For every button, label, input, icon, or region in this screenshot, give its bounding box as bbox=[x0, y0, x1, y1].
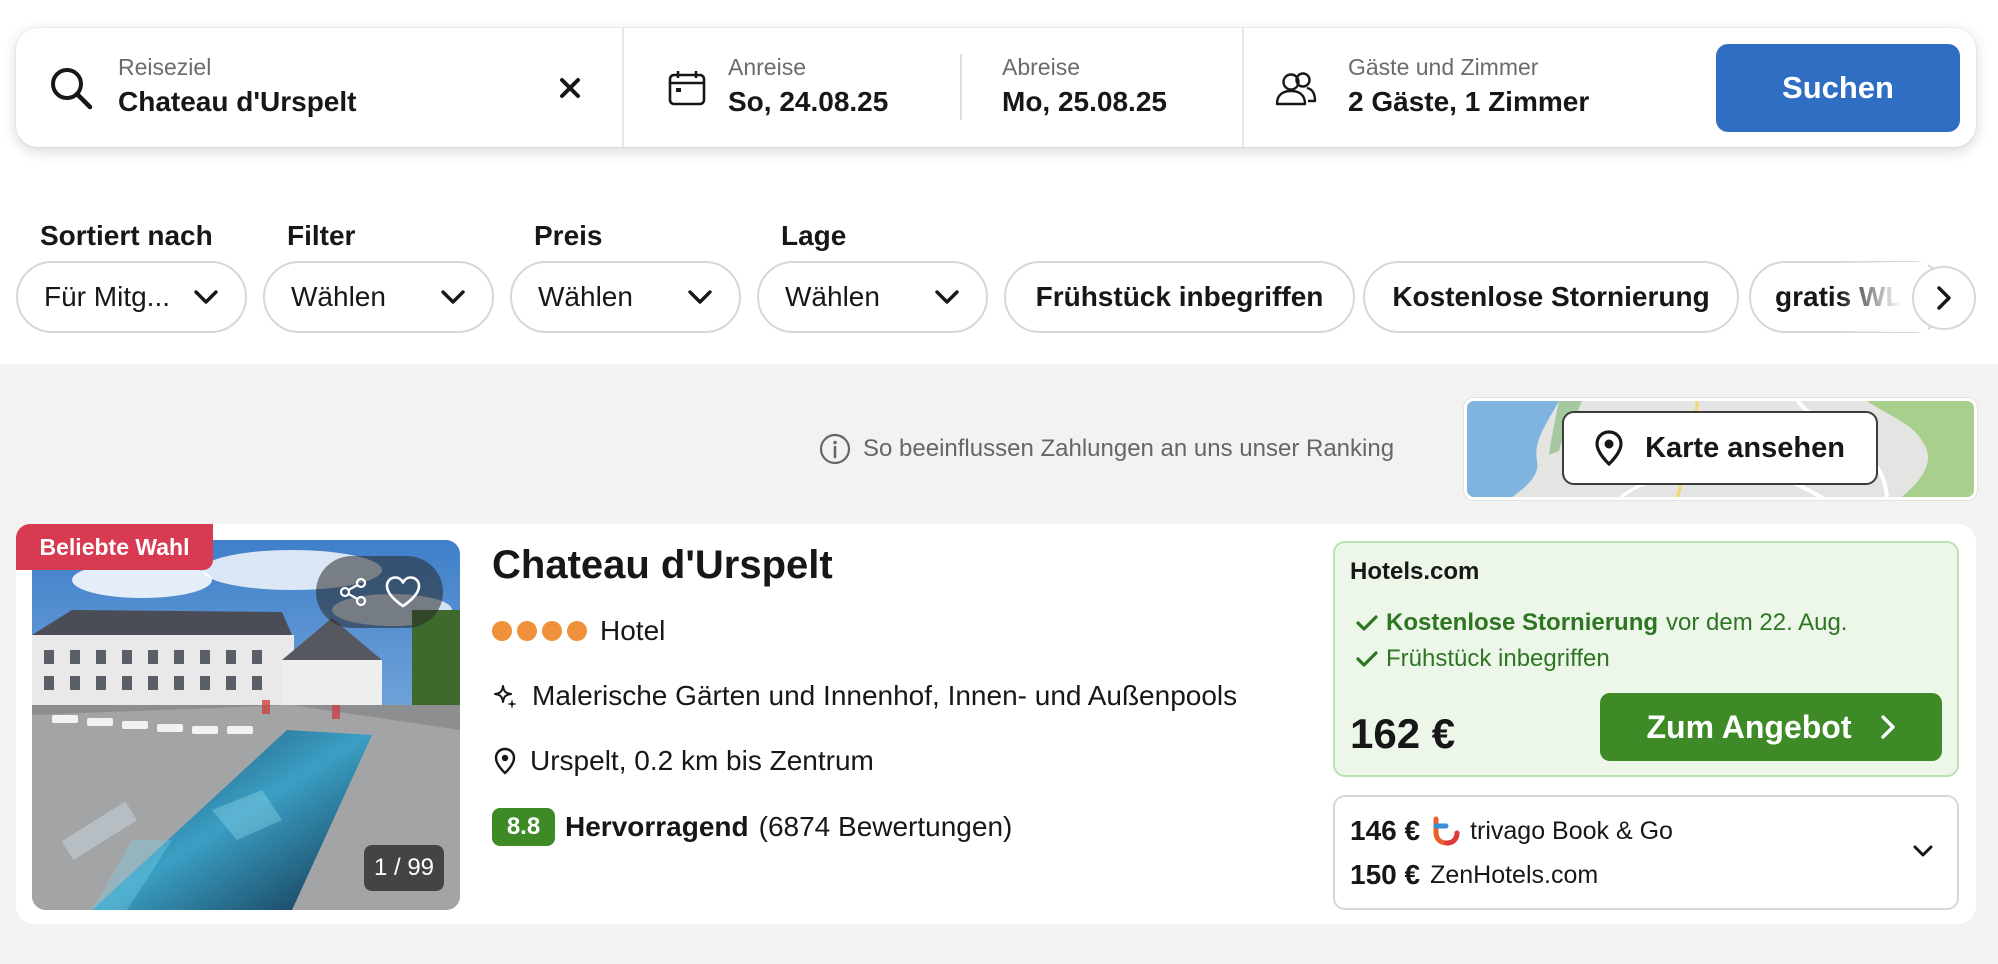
price-label: Preis bbox=[534, 220, 603, 251]
chip-breakfast[interactable]: Frühstück inbegriffen bbox=[1004, 261, 1355, 333]
alt-offer-row[interactable]: 150 € ZenHotels.com bbox=[1350, 857, 1598, 893]
sort-dropdown[interactable]: Für Mitg... bbox=[16, 261, 247, 333]
checkout-field[interactable]: Abreise Mo, 25.08.25 bbox=[962, 28, 1242, 147]
alt-offer-price: 146 € bbox=[1350, 815, 1421, 846]
search-button[interactable]: Suchen bbox=[1716, 44, 1960, 132]
guests-label: Gäste und Zimmer bbox=[1348, 54, 1539, 80]
chevron-down-icon bbox=[935, 290, 959, 304]
calendar-icon bbox=[668, 71, 706, 106]
alt-offer-row[interactable]: 146 € trivago Book & Go bbox=[1350, 813, 1673, 849]
star-dot bbox=[542, 621, 562, 641]
location-pin-icon bbox=[494, 747, 516, 775]
trivago-logo-icon bbox=[1433, 816, 1460, 846]
chevron-right-icon bbox=[1937, 286, 1951, 310]
chevron-down-icon bbox=[441, 290, 465, 304]
check-icon bbox=[1356, 651, 1378, 667]
rating-score: 8.8 bbox=[492, 808, 555, 846]
checkout-value[interactable]: Mo, 25.08.25 bbox=[1002, 86, 1167, 118]
hotel-feature-text: Malerische Gärten und Innenhof, Innen- u… bbox=[532, 680, 1238, 711]
hotel-location-text: Urspelt, 0.2 km bis Zentrum bbox=[530, 745, 874, 776]
location-label: Lage bbox=[781, 220, 847, 251]
view-deal-label: Zum Angebot bbox=[1646, 708, 1852, 745]
location-dropdown[interactable]: Wählen bbox=[757, 261, 988, 333]
offer-price: 162 € bbox=[1350, 710, 1456, 757]
price-value: Wählen bbox=[538, 281, 633, 312]
map-button-label: Karte ansehen bbox=[1645, 431, 1845, 464]
map-pin-icon bbox=[1595, 430, 1623, 466]
price-dropdown[interactable]: Wählen bbox=[510, 261, 741, 333]
alt-offer-provider: ZenHotels.com bbox=[1430, 860, 1599, 889]
view-deal-button[interactable]: Zum Angebot bbox=[1600, 693, 1942, 761]
destination-field[interactable]: Reiseziel Chateau d'Urspelt bbox=[16, 28, 622, 147]
breakfast-line: Frühstück inbegriffen bbox=[1356, 643, 1610, 675]
guests-field[interactable]: Gäste und Zimmer 2 Gäste, 1 Zimmer bbox=[1244, 28, 1704, 147]
checkin-field[interactable]: Anreise So, 24.08.25 bbox=[624, 28, 974, 147]
chevron-right-icon bbox=[1880, 715, 1895, 739]
hotel-rating[interactable]: 8.8 Hervorragend (6874 Bewertungen) bbox=[492, 808, 1012, 846]
chevron-down-icon[interactable] bbox=[1912, 844, 1934, 858]
star-dot bbox=[517, 621, 537, 641]
scroll-right-button[interactable] bbox=[1912, 266, 1976, 330]
guests-value[interactable]: 2 Gäste, 1 Zimmer bbox=[1348, 86, 1589, 118]
hotel-type: Hotel bbox=[600, 615, 666, 646]
rating-count: (6874 Bewertungen) bbox=[758, 811, 1013, 842]
photo-actions bbox=[316, 556, 443, 628]
star-dot bbox=[567, 621, 587, 641]
hotel-name[interactable]: Chateau d'Urspelt bbox=[492, 543, 833, 588]
heart-icon[interactable] bbox=[384, 575, 422, 609]
hotel-location: Urspelt, 0.2 km bis Zentrum bbox=[492, 743, 874, 779]
sort-label: Sortiert nach bbox=[40, 220, 213, 251]
star-rating bbox=[492, 621, 587, 641]
chevron-down-icon bbox=[688, 290, 712, 304]
search-bar: Reiseziel Chateau d'Urspelt Anreise So, … bbox=[16, 28, 1976, 147]
destination-value[interactable]: Chateau d'Urspelt bbox=[118, 86, 356, 118]
clear-icon[interactable] bbox=[558, 76, 582, 100]
guests-icon bbox=[1275, 72, 1317, 106]
offer-provider: Hotels.com bbox=[1350, 558, 1480, 585]
free-cancellation-line: Kostenlose Stornierung vor dem 22. Aug. bbox=[1356, 607, 1847, 639]
search-icon bbox=[51, 68, 93, 110]
filter-value: Wählen bbox=[291, 281, 386, 312]
chip-free-cancellation[interactable]: Kostenlose Stornierung bbox=[1363, 261, 1739, 333]
sort-value: Für Mitg... bbox=[44, 281, 171, 312]
location-value: Wählen bbox=[785, 281, 880, 312]
checkin-label: Anreise bbox=[728, 54, 806, 80]
ranking-info-link[interactable]: So beeinflussen Zahlungen an uns unser R… bbox=[819, 433, 1394, 465]
cancellation-bold: Kostenlose Stornierung bbox=[1386, 609, 1659, 636]
cancellation-rest: vor dem 22. Aug. bbox=[1666, 609, 1848, 636]
checkout-label: Abreise bbox=[1002, 54, 1080, 80]
checkin-value[interactable]: So, 24.08.25 bbox=[728, 86, 888, 118]
hotel-feature: Malerische Gärten und Innenhof, Innen- u… bbox=[492, 678, 1237, 714]
rating-word: Hervorragend bbox=[565, 811, 749, 842]
ranking-info-text: So beeinflussen Zahlungen an uns unser R… bbox=[863, 435, 1395, 462]
photo-counter: 1 / 99 bbox=[364, 845, 444, 891]
map-button[interactable]: Karte ansehen bbox=[1562, 411, 1878, 485]
share-icon[interactable] bbox=[337, 576, 369, 608]
destination-label: Reiseziel bbox=[118, 54, 212, 80]
check-icon bbox=[1356, 615, 1378, 631]
alt-offer-price: 150 € bbox=[1350, 859, 1421, 890]
info-icon bbox=[819, 433, 851, 465]
filter-label: Filter bbox=[287, 220, 356, 251]
popular-badge: Beliebte Wahl bbox=[16, 524, 213, 570]
star-dot bbox=[492, 621, 512, 641]
chevron-down-icon bbox=[194, 290, 218, 304]
sparkle-icon bbox=[494, 685, 517, 709]
alt-offer-provider: trivago Book & Go bbox=[1470, 816, 1673, 845]
filter-dropdown[interactable]: Wählen bbox=[263, 261, 494, 333]
breakfast-text: Frühstück inbegriffen bbox=[1386, 645, 1610, 672]
